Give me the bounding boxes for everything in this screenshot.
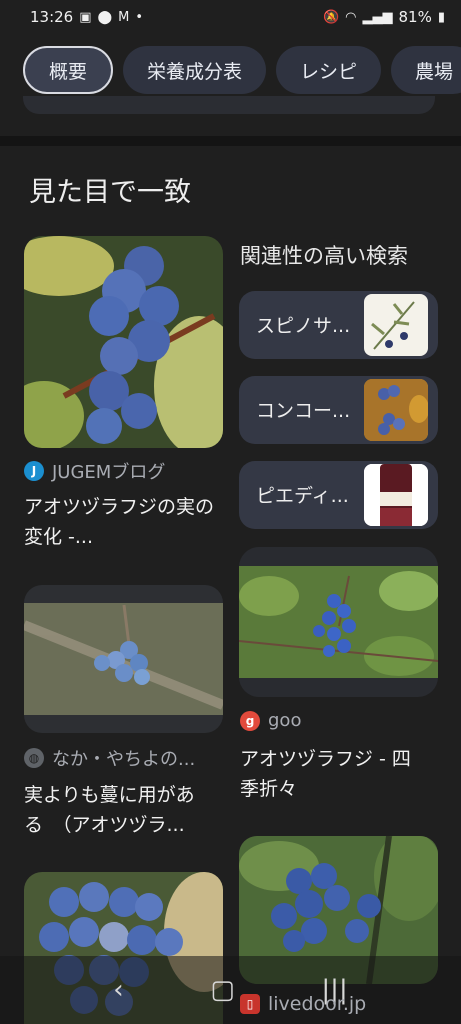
result-source-livedoor[interactable]: ▯ livedoor.jp (240, 993, 366, 1015)
result-source-goo[interactable]: g goo (240, 710, 439, 731)
wifi-icon: ◠ (345, 9, 357, 25)
battery-level: 81% (398, 8, 432, 26)
chip-overview[interactable]: 概要 (23, 46, 114, 94)
location-icon: ⬤ (97, 9, 113, 25)
result-title-goo[interactable]: アオツヅラフジ - 四 季折々 (240, 744, 440, 804)
previous-card-edge (23, 96, 435, 114)
result-image-1[interactable] (24, 236, 223, 448)
spinosa-thumbnail (364, 294, 428, 356)
jugem-logo-icon: J (24, 461, 44, 481)
section-divider (0, 136, 461, 146)
mute-icon: 🔕 (322, 9, 340, 25)
result-image-2[interactable] (24, 585, 223, 733)
related-searches-heading: 関連性の高い検索 (240, 244, 408, 268)
result-source-1[interactable]: J JUGEMブログ (24, 458, 223, 484)
chip-nutrition[interactable]: 栄養成分表 (123, 46, 267, 94)
dot-icon: • (135, 9, 143, 25)
chip-recipe[interactable]: レシピ (276, 46, 382, 94)
gmail-icon: M (118, 9, 130, 25)
related-search-piedirosso[interactable]: ピエディ... (239, 461, 438, 529)
related-search-spinosa[interactable]: スピノサ... (239, 291, 438, 359)
livedoor-logo-icon: ▯ (240, 994, 260, 1014)
home-icon[interactable]: ▢ (210, 975, 235, 1005)
battery-icon: ▮ (437, 9, 445, 25)
globe-icon: ◍ (24, 748, 44, 768)
berry-cluster-photo (24, 236, 223, 448)
signal-icon: ▂▄▆ (362, 9, 393, 25)
result-source-2[interactable]: ◍ なか・やちよの... (24, 745, 223, 771)
concord-thumbnail (364, 379, 428, 441)
image-icon: ▣ (79, 9, 92, 25)
clock: 13:26 (30, 8, 74, 26)
chip-farm[interactable]: 農場 (391, 46, 461, 94)
status-bar: 13:26 ▣ ⬤ M • 🔕 ◠ ▂▄▆ 81% ▮ (0, 0, 461, 34)
section-title: 見た目で一致 (29, 177, 191, 208)
goo-logo-icon: g (240, 710, 260, 731)
result-title-2[interactable]: 実よりも蔓に用があ る （アオツヅラ... (24, 780, 223, 840)
system-nav-bar: ‹ ▢ ||| (0, 956, 461, 1024)
wine-bottle-thumbnail (364, 464, 428, 526)
result-title-1[interactable]: アオツヅラフジの実の 変化 -... (24, 492, 223, 552)
related-search-concord[interactable]: コンコー... (239, 376, 438, 444)
back-icon[interactable]: ‹ (113, 975, 123, 1005)
result-image-goo[interactable] (239, 566, 438, 678)
filter-chip-bar: 概要 栄養成分表 レシピ 農場 (0, 40, 461, 100)
vine-berries-photo (239, 566, 438, 678)
hanging-berries-photo (24, 603, 223, 715)
